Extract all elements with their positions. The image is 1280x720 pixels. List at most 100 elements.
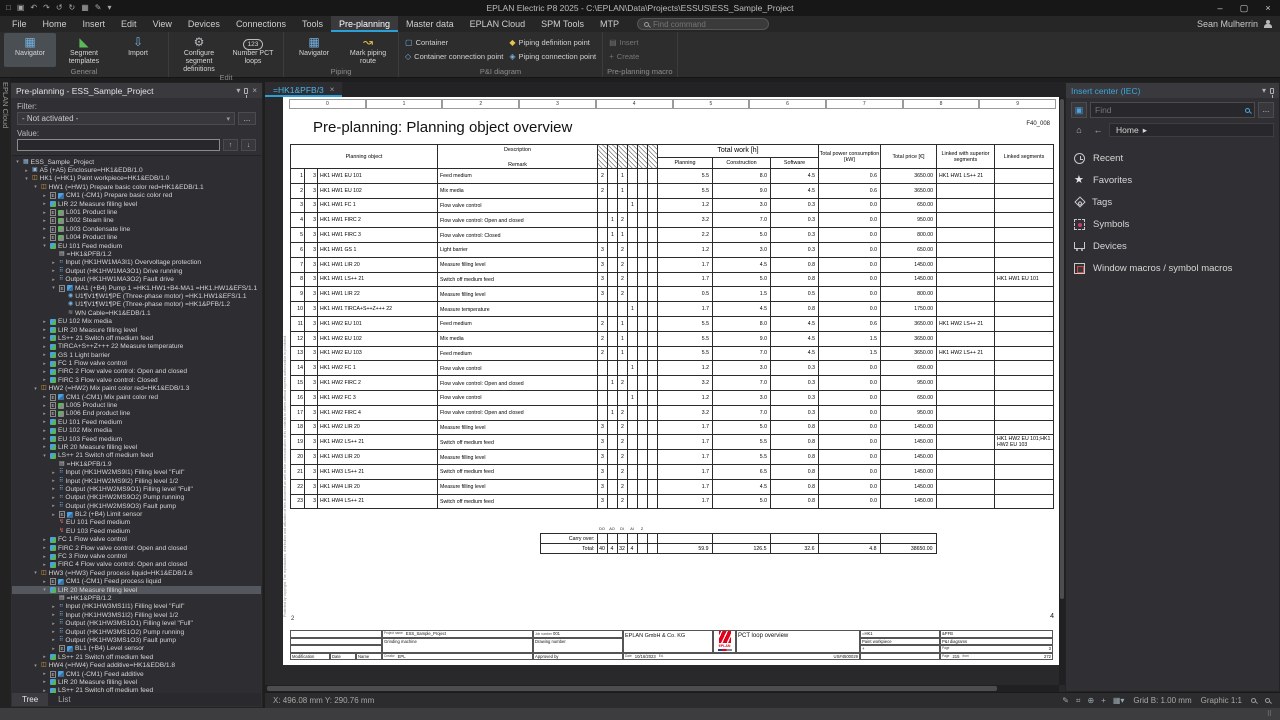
tree-item[interactable]: ▸ECM1 (-CM1) Prepare basic color red xyxy=(12,192,261,200)
tree-item[interactable]: ▸EL006 End product line xyxy=(12,410,261,418)
table-row[interactable]: 153HK1 HW2 FIRC 2Flow valve control: Ope… xyxy=(291,376,1054,391)
collapsed-icon[interactable]: ▸ xyxy=(41,579,48,585)
expanded-icon[interactable]: ▾ xyxy=(41,587,48,593)
collapsed-icon[interactable]: ▸ xyxy=(50,612,57,618)
collapsed-icon[interactable]: ▸ xyxy=(41,377,48,383)
tree-item[interactable]: ▸⠿Output (HK1HW2MS9O1) Filling level "Fu… xyxy=(12,485,261,493)
expanded-icon[interactable]: ▾ xyxy=(32,386,39,392)
collapsed-icon[interactable]: ▸ xyxy=(41,344,48,350)
find-command-box[interactable] xyxy=(637,18,769,30)
menu-tab-pre-planning[interactable]: Pre-planning xyxy=(331,16,398,32)
tree-item[interactable]: ▾EU 101 Feed medium xyxy=(12,242,261,250)
horizontal-scrollbar-thumb[interactable] xyxy=(267,686,997,691)
user-area[interactable]: Sean Mulherrin xyxy=(1197,16,1280,32)
table-row[interactable]: 73HK1 HW1 LIR 20Measure filling level321… xyxy=(291,257,1054,272)
tree-item[interactable]: ▸LS++ 21 Switch off medium feed xyxy=(12,653,261,661)
table-row[interactable]: 103HK1 HW1 TIRCA+S++Z+++ 22Measure tempe… xyxy=(291,302,1054,317)
table-row[interactable]: 93HK1 HW1 LIR 22Measure filling level320… xyxy=(291,287,1054,302)
menu-tab-home[interactable]: Home xyxy=(35,16,75,32)
tree-item[interactable]: ▸LIR 20 Measure filling level xyxy=(12,443,261,451)
table-row[interactable]: 173HK1 HW2 FIRC 4Flow valve control: Ope… xyxy=(291,405,1054,420)
collapsed-icon[interactable]: ▸ xyxy=(41,226,48,232)
mark-piping-route-button[interactable]: ↝Mark piping route xyxy=(342,33,394,67)
table-row[interactable]: 203HK1 HW3 LIR 20Measure filling level32… xyxy=(291,450,1054,465)
tree-item[interactable]: ▸▣A5 (+A5) Enclosure=HK1&EDB/1.0 xyxy=(12,166,261,174)
table-row[interactable]: 13HK1 HW1 EU 101Feed medium215.58.04.50.… xyxy=(291,169,1054,184)
horizontal-scrollbar[interactable] xyxy=(265,685,1059,692)
chevron-down-icon[interactable]: ▾ xyxy=(1262,86,1266,95)
tree-item[interactable]: ▸FC 1 Flow valve control xyxy=(12,536,261,544)
zoom-out-icon[interactable] xyxy=(1251,698,1256,703)
collapsed-icon[interactable]: ▸ xyxy=(50,268,57,274)
table-row[interactable]: 53HK1 HW1 FIRC 3Flow valve control: Clos… xyxy=(291,228,1054,243)
collapsed-icon[interactable]: ▸ xyxy=(41,428,48,434)
collapsed-icon[interactable]: ▸ xyxy=(41,369,48,375)
graphic-scale[interactable]: Graphic 1:1 xyxy=(1201,696,1242,705)
tree-item[interactable]: ▾◫HW1 (=HW1) Prepare basic color red=HK1… xyxy=(12,183,261,191)
tree-item[interactable]: ▸FIRC 3 Flow valve control: Closed xyxy=(12,376,261,384)
tree-item[interactable]: ↯EU 103 Feed medium xyxy=(12,527,261,535)
menu-tab-edit[interactable]: Edit xyxy=(113,16,145,32)
breadcrumb[interactable]: Home ▸ xyxy=(1109,123,1274,137)
navigator-button[interactable]: ▦Navigator xyxy=(4,33,56,67)
expanded-icon[interactable]: ▾ xyxy=(14,159,21,165)
filter-more-button[interactable]: ... xyxy=(238,112,256,125)
expanded-icon[interactable]: ▾ xyxy=(23,176,30,182)
insert-item-tags[interactable]: Tags xyxy=(1074,191,1271,213)
collapsed-icon[interactable]: ▸ xyxy=(23,168,30,174)
minimize-button[interactable]: – xyxy=(1208,3,1232,14)
table-row[interactable]: 113HK1 HW2 EU 101Feed medium215.58.04.50… xyxy=(291,316,1054,331)
collapsed-icon[interactable]: ▸ xyxy=(50,503,57,509)
collapsed-icon[interactable]: ▸ xyxy=(50,621,57,627)
collapsed-icon[interactable]: ▸ xyxy=(50,478,57,484)
table-row[interactable]: 83HK1 HW1 LS++ 21Switch off medium feed3… xyxy=(291,272,1054,287)
tree-item[interactable]: ▤=HK1&PFB/1.2 xyxy=(12,250,261,258)
tree-item[interactable]: ▸LIR 20 Measure filling level xyxy=(12,678,261,686)
collapsed-icon[interactable]: ▸ xyxy=(41,419,48,425)
collapsed-icon[interactable]: ▸ xyxy=(41,218,48,224)
close-icon[interactable]: × xyxy=(252,86,257,95)
table-row[interactable]: 43HK1 HW1 FIRC 2Flow valve control: Open… xyxy=(291,213,1054,228)
search-down-button[interactable]: ↓ xyxy=(241,139,256,151)
collapsed-icon[interactable]: ▸ xyxy=(50,470,57,476)
insert-center-search[interactable] xyxy=(1090,102,1255,118)
tree-item[interactable]: ▸⠿Output (HK1HW3MS1O1) Filling level "Fu… xyxy=(12,619,261,627)
insert-center-more-button[interactable]: ... xyxy=(1258,102,1274,118)
tree-item[interactable]: ▸FC 1 Flow valve control xyxy=(12,359,261,367)
insert-item-devices[interactable]: Devices xyxy=(1074,235,1271,257)
tree-item[interactable]: ▾◫HW2 (=HW2) Mix paint color red=HK1&EDB… xyxy=(12,385,261,393)
tree-item[interactable]: ▸EU 101 Feed medium xyxy=(12,418,261,426)
tree-item[interactable]: ▸EL002 Steam line xyxy=(12,217,261,225)
tree-item[interactable]: ▸EU 102 Mix media xyxy=(12,427,261,435)
tree-item[interactable]: ▸⠿Output (HK1HW1MA3O2) Fault drive xyxy=(12,275,261,283)
collapsed-icon[interactable]: ▸ xyxy=(50,495,57,501)
edit-pen-icon[interactable]: ✎ xyxy=(1062,696,1069,706)
tree-item[interactable]: ▤=HK1&PFB/1.9 xyxy=(12,460,261,468)
table-row[interactable]: 143HK1 HW2 FC 1Flow valve control11.23.0… xyxy=(291,361,1054,376)
table-row[interactable]: 133HK1 HW2 EU 103Feed medium215.57.04.51… xyxy=(291,346,1054,361)
expanded-icon[interactable]: ▾ xyxy=(32,570,39,576)
tree-item[interactable]: ▾LS++ 21 Switch off medium feed xyxy=(12,452,261,460)
tree-item[interactable]: ▸EBL1 (+B4) Level sensor xyxy=(12,645,261,653)
tree-item[interactable]: ▸⠿Input (HK1HW3MS1I2) Filling level 1/2 xyxy=(12,611,261,619)
object-snap-icon[interactable]: ⊕ xyxy=(1087,696,1094,706)
collapsed-icon[interactable]: ▸ xyxy=(41,210,48,216)
table-row[interactable]: 193HK1 HW2 LS++ 21Switch off medium feed… xyxy=(291,435,1054,450)
menu-tab-spm-tools[interactable]: SPM Tools xyxy=(533,16,592,32)
close-button[interactable]: × xyxy=(1256,3,1280,14)
maximize-button[interactable]: ▢ xyxy=(1232,3,1256,14)
tree-item[interactable]: ▸EL003 Condensate line xyxy=(12,225,261,233)
expanded-icon[interactable]: ▾ xyxy=(41,243,48,249)
eplan-cloud-dock-tab[interactable]: EPLAN Cloud xyxy=(1,78,10,128)
value-input[interactable] xyxy=(17,139,220,151)
tree-item[interactable]: ▸TIRCA+S++Z+++ 22 Measure temperature xyxy=(12,343,261,351)
tree-item[interactable]: ▾◫HW3 (=HW3) Feed process liquid=HK1&EDB… xyxy=(12,569,261,577)
collapsed-icon[interactable]: ▸ xyxy=(41,319,48,325)
grid-setting[interactable]: Grid B: 1.00 mm xyxy=(1133,696,1191,705)
insert-item-favorites[interactable]: ★Favorites xyxy=(1074,169,1271,191)
collapsed-icon[interactable]: ▸ xyxy=(41,235,48,241)
tree-item[interactable]: ▸ECM1 (-CM1) Mix paint color red xyxy=(12,393,261,401)
tree-item[interactable]: ▸⠿Output (HK1HW2MS9O2) Pump running xyxy=(12,494,261,502)
collapsed-icon[interactable]: ▸ xyxy=(50,277,57,283)
zoom-in-icon[interactable] xyxy=(1265,698,1270,703)
